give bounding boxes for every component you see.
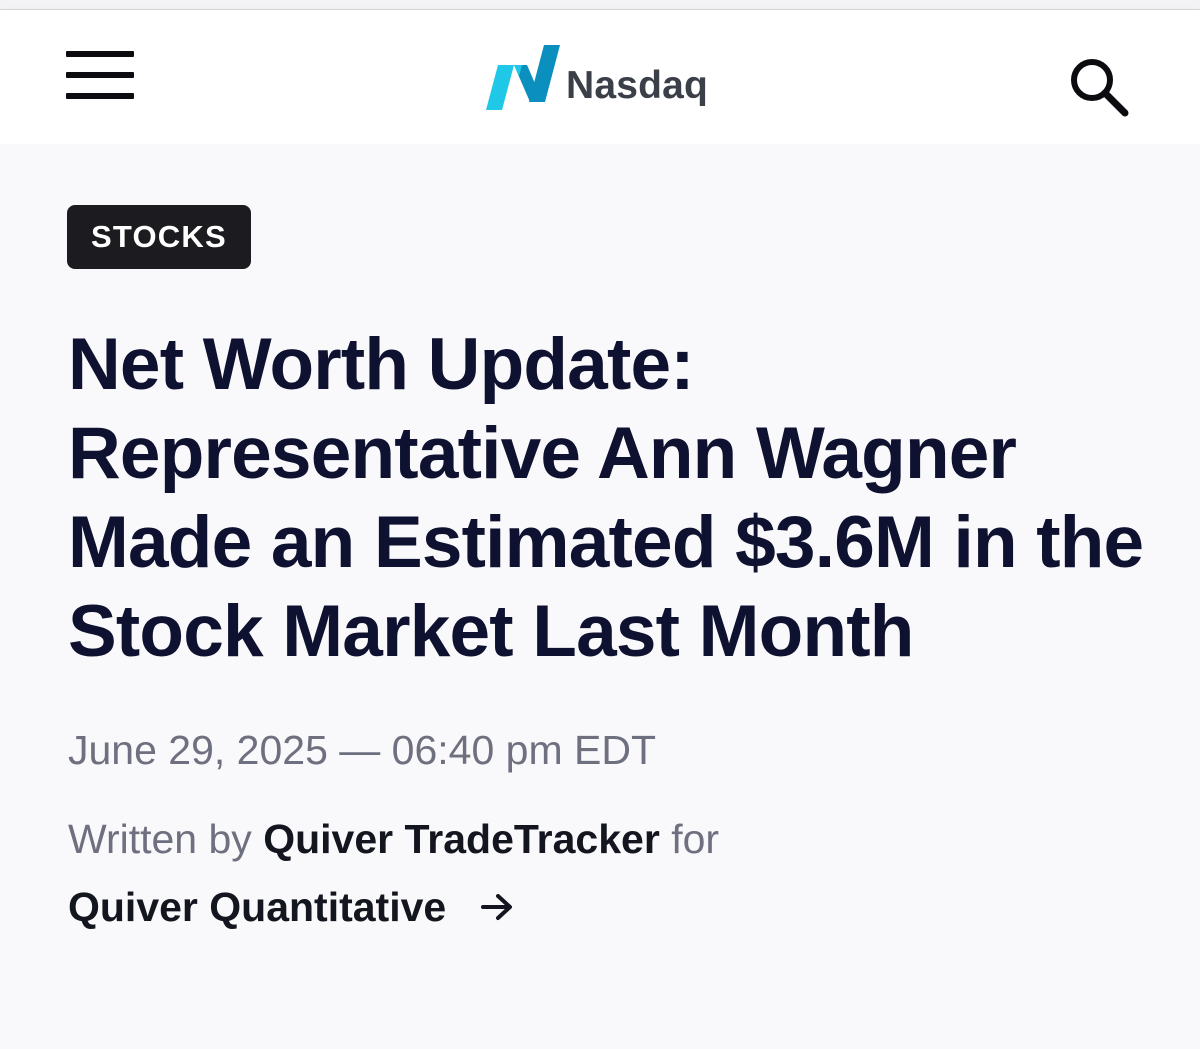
search-icon — [1071, 59, 1129, 117]
author-link[interactable]: Quiver TradeTracker — [263, 816, 660, 862]
byline-connector: for — [671, 816, 720, 862]
source-name: Quiver Quantitative — [68, 884, 447, 930]
article-headline: Net Worth Update: Representative Ann Wag… — [68, 324, 1144, 672]
nasdaq-logo-icon — [486, 45, 560, 110]
site-header: Nasdaq — [0, 10, 1200, 144]
category-badge[interactable]: STOCKS — [67, 205, 251, 269]
byline-prefix: Written by — [68, 816, 252, 862]
search-button[interactable] — [1066, 54, 1132, 120]
arrow-right-icon — [480, 894, 512, 921]
menu-button[interactable] — [66, 51, 134, 99]
menu-bar-top — [66, 51, 134, 57]
menu-bar-bottom — [66, 93, 134, 99]
article-byline: Written by Quiver TradeTracker for — [68, 815, 1148, 863]
source-link[interactable]: Quiver Quantitative — [68, 883, 514, 931]
top-divider — [0, 0, 1200, 10]
menu-bar-middle — [66, 72, 134, 78]
nasdaq-logo[interactable]: Nasdaq — [484, 41, 724, 121]
brand-name: Nasdaq — [566, 64, 709, 107]
article-dateline: June 29, 2025 — 06:40 pm EDT — [68, 727, 657, 773]
